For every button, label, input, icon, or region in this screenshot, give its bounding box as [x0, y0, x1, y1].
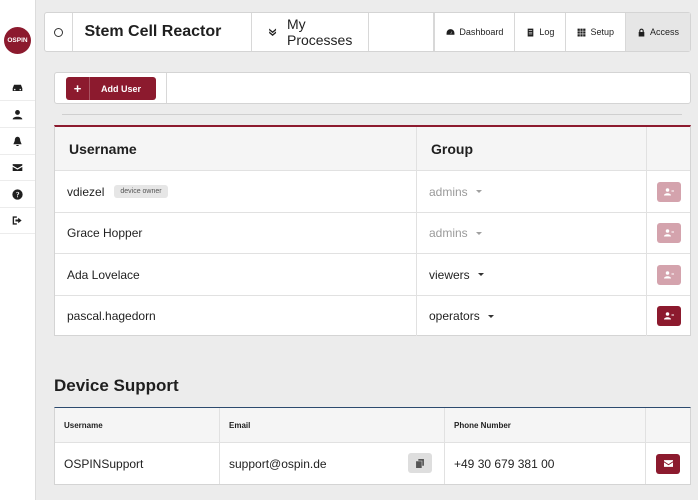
- user-edit-icon: [663, 270, 674, 278]
- username: Grace Hopper: [67, 226, 143, 240]
- top-navigation-bar: Stem Cell Reactor My Processes Dashboard…: [44, 12, 691, 52]
- edit-user-button: [656, 181, 681, 202]
- table-header: Username Email Phone Number: [55, 408, 690, 443]
- support-table: Username Email Phone Number OSPINSupport…: [54, 407, 691, 485]
- username-cell: pascal.hagedorn: [55, 296, 417, 336]
- nav-setup-label: Setup: [590, 27, 614, 37]
- log-icon: [528, 28, 534, 36]
- username: vdiezel: [67, 184, 105, 199]
- sidebar-item-messages[interactable]: [0, 155, 35, 181]
- group-dropdown[interactable]: viewers: [417, 254, 647, 295]
- bell-icon: [13, 136, 22, 146]
- group-dropdown: admins: [417, 171, 647, 212]
- status-circle-icon: [54, 27, 64, 37]
- edit-user-button: [656, 223, 681, 243]
- caret-down-icon: [475, 231, 482, 235]
- nav-dashboard[interactable]: Dashboard: [435, 13, 516, 51]
- username-cell: vdiezel device owner: [55, 171, 417, 212]
- edit-user-button: [656, 264, 681, 285]
- column-header-group: Group: [417, 127, 647, 170]
- group-dropdown: admins: [417, 213, 647, 253]
- user-icon: [12, 110, 23, 120]
- envelope-icon: [12, 164, 23, 171]
- user-edit-icon: [663, 312, 674, 320]
- support-email-cell: support@ospin.de: [220, 443, 445, 484]
- sign-out-icon: [12, 216, 22, 225]
- nav-log[interactable]: Log: [515, 13, 567, 51]
- device-title: Stem Cell Reactor: [73, 13, 252, 51]
- column-header-phone: Phone Number: [445, 408, 646, 442]
- group-value: viewers: [429, 267, 470, 282]
- row-actions: [647, 254, 690, 295]
- divider: [62, 114, 682, 115]
- sidebar-item-devices[interactable]: [0, 75, 35, 101]
- table-row: Ada Lovelace viewers: [55, 254, 690, 296]
- row-actions: [647, 213, 690, 253]
- username: pascal.hagedorn: [67, 309, 156, 323]
- nav-dashboard-label: Dashboard: [459, 27, 504, 37]
- sidebar-item-notifications[interactable]: [0, 129, 35, 155]
- group-value: admins: [429, 184, 468, 199]
- row-actions: [647, 296, 690, 336]
- section-title-device-support: Device Support: [54, 376, 179, 395]
- caret-down-icon: [477, 273, 484, 276]
- nav-log-label: Log: [539, 27, 555, 37]
- add-user-button[interactable]: + Add User: [66, 77, 156, 100]
- users-table: Username Group vdiezel device owner admi…: [54, 125, 691, 336]
- column-header-username: Username: [55, 127, 417, 170]
- row-actions: [646, 443, 690, 484]
- table-header: Username Group: [55, 127, 690, 171]
- ospin-logo[interactable]: OSPIN: [4, 27, 31, 54]
- double-chevron-down-icon: [268, 28, 276, 37]
- user-actions-bar: + Add User: [54, 72, 691, 104]
- device-status-indicator[interactable]: [45, 13, 74, 51]
- copy-email-button[interactable]: [408, 453, 432, 473]
- support-username: OSPINSupport: [55, 443, 220, 484]
- group-value: operators: [429, 309, 480, 323]
- divider: [166, 73, 167, 103]
- copy-icon: [416, 458, 424, 468]
- row-actions: [647, 171, 690, 212]
- sidebar-item-sign-out[interactable]: [0, 208, 35, 234]
- user-edit-icon: [663, 187, 674, 195]
- sidebar: OSPIN: [0, 0, 36, 500]
- device-owner-badge: device owner: [114, 185, 168, 198]
- caret-down-icon: [475, 190, 482, 193]
- nav-access-label: Access: [649, 27, 679, 37]
- plus-icon: +: [66, 77, 90, 100]
- username: Ada Lovelace: [67, 267, 140, 282]
- dashboard-icon: [446, 28, 455, 35]
- topbar-spacer: [369, 13, 435, 51]
- edit-user-button[interactable]: [656, 306, 681, 326]
- device-icon: [12, 84, 23, 91]
- table-row: OSPINSupport support@ospin.de +49 30 679…: [55, 443, 690, 484]
- column-header-username: Username: [55, 408, 220, 442]
- help-icon: [12, 189, 23, 200]
- username-cell: Grace Hopper: [55, 213, 417, 253]
- user-edit-icon: [663, 229, 674, 237]
- my-processes-button[interactable]: My Processes: [252, 13, 369, 51]
- group-value: admins: [429, 226, 468, 240]
- grid-icon: [578, 28, 586, 36]
- lock-icon: [638, 28, 645, 36]
- caret-down-icon: [487, 314, 494, 318]
- table-row: vdiezel device owner admins: [55, 171, 690, 213]
- envelope-icon: [663, 460, 673, 467]
- username-cell: Ada Lovelace: [55, 254, 417, 295]
- nav-access[interactable]: Access: [625, 13, 690, 51]
- support-email: support@ospin.de: [229, 456, 327, 471]
- support-phone: +49 30 679 381 00: [445, 443, 646, 484]
- email-support-button[interactable]: [656, 453, 680, 474]
- column-header-actions: [646, 408, 690, 442]
- add-user-label: Add User: [100, 83, 141, 94]
- nav-setup[interactable]: Setup: [566, 13, 626, 51]
- column-header-actions: [647, 127, 690, 170]
- table-row: pascal.hagedorn operators: [55, 296, 690, 336]
- column-header-email: Email: [220, 408, 445, 442]
- table-row: Grace Hopper admins: [55, 213, 690, 254]
- sidebar-item-help[interactable]: [0, 182, 35, 208]
- group-dropdown[interactable]: operators: [417, 296, 647, 336]
- my-processes-label: My Processes: [286, 16, 353, 48]
- sidebar-item-user[interactable]: [0, 102, 35, 128]
